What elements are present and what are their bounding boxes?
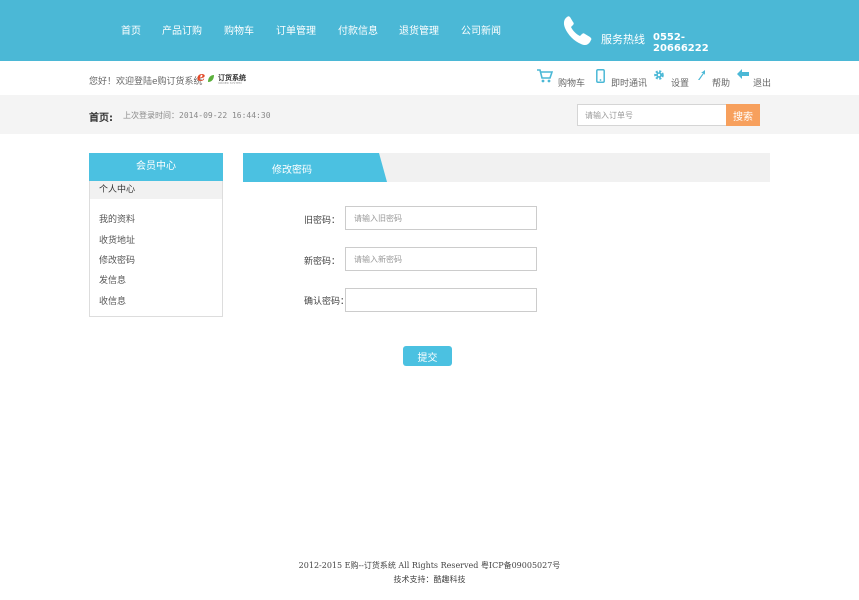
- util-cart[interactable]: 购物车: [537, 69, 587, 89]
- footer-support: 技术支持：酷趣科技: [393, 575, 466, 584]
- welcome-text: 您好！欢迎登陆e购订货系统: [89, 77, 203, 87]
- util-logout[interactable]: 退出: [737, 69, 773, 89]
- service-hotline: 服务热线 0552-20666222: [563, 14, 733, 54]
- util-logout-label: 退出: [753, 79, 772, 89]
- leaf-icon: [208, 75, 214, 82]
- tab-label: 修改密码: [272, 165, 312, 176]
- sidebar-item-send-message[interactable]: 发信息: [99, 273, 126, 286]
- help-arrow-icon: [698, 70, 705, 80]
- old-password-label: 旧密码：: [304, 216, 341, 226]
- sidebar-item-inbox[interactable]: 收信息: [99, 294, 126, 307]
- util-help-label: 帮助: [712, 79, 731, 89]
- nav-item-cart[interactable]: 购物车: [224, 22, 254, 37]
- util-chat[interactable]: 即时通讯: [596, 69, 648, 89]
- order-search-input[interactable]: [577, 104, 727, 126]
- sidebar-section-title: 个人中心: [90, 181, 222, 199]
- sidebar-title: 会员中心: [89, 153, 223, 181]
- confirm-password-input[interactable]: [345, 288, 537, 312]
- nav-item-products[interactable]: 产品订购: [162, 22, 202, 37]
- new-password-input[interactable]: [345, 247, 537, 271]
- brand-subtitle: ORDER SYSTEM: [218, 81, 242, 85]
- nav-item-returns[interactable]: 退货管理: [399, 22, 439, 37]
- page-title: 首页:: [89, 113, 113, 124]
- nav-item-orders[interactable]: 订单管理: [276, 22, 316, 37]
- content-tab-bar: 修改密码: [243, 153, 770, 182]
- sidebar-item-profile[interactable]: 我的资料: [99, 212, 135, 225]
- phone-icon: [563, 16, 592, 46]
- mobile-icon: [596, 69, 605, 83]
- top-navigation: 首页 产品订购 购物车 订单管理 付款信息 退货管理 公司新闻 服务热线 055…: [0, 0, 859, 61]
- util-settings[interactable]: 设置: [653, 69, 690, 89]
- confirm-password-label: 确认密码：: [304, 297, 350, 307]
- util-help[interactable]: 帮助: [697, 69, 731, 89]
- old-password-input[interactable]: [345, 206, 537, 230]
- sidebar-item-password[interactable]: 修改密码: [99, 253, 135, 266]
- back-arrow-icon: [737, 69, 749, 79]
- gear-icon: [654, 70, 664, 80]
- hotline-label: 服务热线: [601, 33, 645, 46]
- submit-button[interactable]: 提交: [403, 346, 452, 366]
- search-button[interactable]: 搜索: [726, 104, 760, 126]
- brand-mark: e: [197, 70, 206, 85]
- util-cart-label: 购物车: [558, 79, 586, 89]
- sidebar-item-address[interactable]: 收货地址: [99, 233, 135, 246]
- sidebar: 会员中心 个人中心 我的资料 收货地址 修改密码 发信息 收信息: [89, 153, 223, 317]
- hotline-number: 0552-20666222: [653, 32, 709, 54]
- breadcrumb-bar: 首页: 上次登录时间：2014-09-22 16:44:30 搜索: [0, 95, 859, 134]
- util-chat-label: 即时通讯: [611, 79, 648, 89]
- welcome-bar: 您好！欢迎登陆e购订货系统 e 订货系统 ORDER SYSTEM 购物车 即时…: [0, 61, 859, 95]
- nav-item-payment[interactable]: 付款信息: [338, 22, 378, 37]
- nav-item-news[interactable]: 公司新闻: [461, 22, 501, 37]
- last-login-time: 上次登录时间：2014-09-22 16:44:30: [123, 111, 271, 120]
- tab-shape: [243, 153, 387, 182]
- nav-item-home[interactable]: 首页: [121, 22, 141, 37]
- cart-icon: [537, 69, 553, 83]
- util-settings-label: 设置: [671, 79, 690, 89]
- new-password-label: 新密码：: [304, 257, 341, 267]
- tab-change-password[interactable]: 修改密码: [243, 153, 388, 182]
- brand-logo: e 订货系统 ORDER SYSTEM: [197, 70, 249, 86]
- footer-copyright: 2012-2015 E购--订货系统 All Rights Reserved 粤…: [298, 561, 561, 570]
